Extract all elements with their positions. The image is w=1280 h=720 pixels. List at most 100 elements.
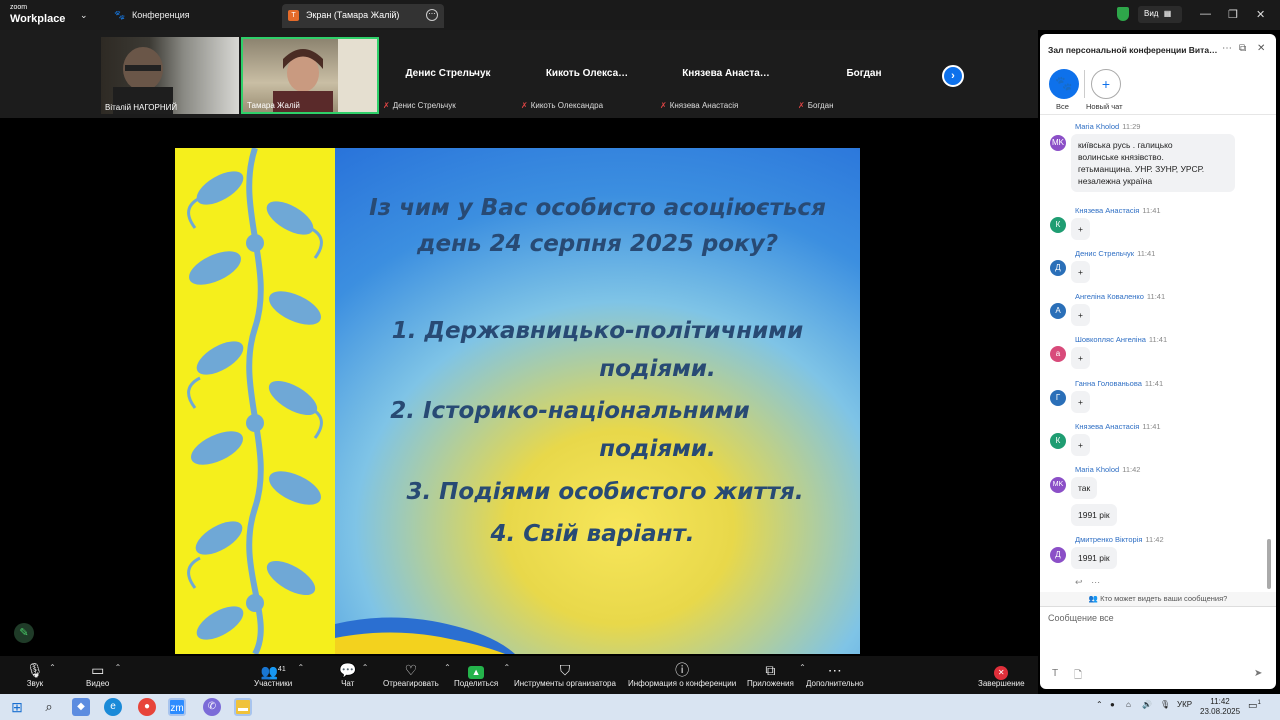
chevron-up-icon[interactable]: ⌃ — [799, 663, 806, 672]
zoom-app-icon[interactable]: zm — [168, 698, 186, 716]
meeting-info-button[interactable]: ⓘ Информация о конференции — [628, 661, 736, 688]
close-icon[interactable]: ✕ — [1256, 8, 1265, 21]
reply-icon[interactable]: ↩ — [1075, 577, 1083, 587]
avatar[interactable]: MK — [1050, 477, 1066, 493]
annotate-pen-icon[interactable]: ✎ — [14, 623, 34, 643]
avatar[interactable]: а — [1050, 346, 1066, 362]
message-bubble[interactable]: + — [1071, 218, 1090, 240]
participant-tile-name[interactable]: Денис Стрельчук — [379, 68, 517, 79]
clock[interactable]: 11:42 23.08.2025 — [1200, 697, 1240, 717]
message-bubble[interactable]: київська русь . галицько волинське князі… — [1071, 134, 1235, 192]
message-bubble[interactable]: 1991 рік — [1071, 504, 1117, 526]
more-icon[interactable]: ⋯ — [426, 9, 438, 21]
language-indicator[interactable]: УКР — [1177, 700, 1192, 709]
chevron-up-icon[interactable]: ⌃ — [444, 663, 451, 672]
slide-title-line-2: день 24 серпня 2025 року? — [416, 231, 779, 257]
avatar[interactable]: Д — [1050, 547, 1066, 563]
host-tools-button[interactable]: ⛉ Инструменты организатора — [514, 661, 616, 688]
minimize-icon[interactable]: — — [1200, 8, 1211, 20]
restore-icon[interactable]: ❐ — [1228, 8, 1238, 21]
network-icon[interactable]: ⌂ — [1126, 700, 1131, 709]
close-icon[interactable]: ✕ — [1257, 43, 1265, 54]
people-icon: 👥 — [1088, 594, 1098, 603]
share-button[interactable]: ▲ Поделиться ⌃ — [454, 661, 510, 688]
who-can-see-messages-link[interactable]: 👥 Кто может видеть ваши сообщения? — [1040, 592, 1276, 606]
participant-tile-name[interactable]: Кикоть Олекса… — [518, 68, 656, 79]
avatar[interactable]: Д — [1050, 260, 1066, 276]
apps-button[interactable]: ⧉ Приложения ⌃ — [747, 661, 806, 688]
message-sender[interactable]: Князева Анастасія 11:41 — [1075, 206, 1161, 215]
avatar[interactable]: MK — [1050, 135, 1066, 151]
end-call-icon: ✕ — [978, 661, 1025, 680]
microphone-tray-icon[interactable]: 🎙 — [1160, 700, 1170, 709]
participant-tile-name[interactable]: Богдан — [795, 68, 933, 79]
video-tile-2-active-speaker[interactable]: Тамара Жалій — [241, 37, 379, 114]
video-button[interactable]: ▭ Видео ⌃ — [86, 661, 121, 688]
message-bubble[interactable]: + — [1071, 391, 1090, 413]
chat-message-input[interactable]: Сообщение все — [1048, 613, 1114, 623]
message-sender[interactable]: Шовкопляс Ангеліна 11:41 — [1075, 335, 1167, 344]
windows-start-icon[interactable]: ⊞ — [8, 698, 26, 716]
message-bubble[interactable]: + — [1071, 434, 1090, 456]
message-bubble[interactable]: + — [1071, 347, 1090, 369]
send-icon[interactable]: ➤ — [1254, 668, 1262, 679]
tray-app-icon[interactable]: ● — [1110, 700, 1115, 709]
view-button[interactable]: Вид ▦ — [1138, 6, 1182, 23]
search-icon[interactable]: ⌕ — [40, 698, 58, 716]
chat-button[interactable]: 💬 Чат ⌃ — [339, 661, 368, 688]
meeting-tab[interactable]: Конференция — [132, 10, 190, 20]
viber-app-icon[interactable]: ✆ — [203, 698, 221, 716]
message-sender[interactable]: Maria Kholod 11:42 — [1075, 465, 1140, 474]
participant-label: Богдан — [807, 101, 834, 110]
apps-icon: ⧉ — [765, 662, 776, 678]
chevron-up-icon[interactable]: ⌃ — [298, 663, 305, 672]
message-bubble[interactable]: 1991 рік — [1071, 547, 1117, 569]
avatar[interactable]: К — [1050, 433, 1066, 449]
video-tile-1[interactable]: Віталій НАГОРНИЙ — [101, 37, 239, 114]
edge-browser-icon[interactable]: e — [104, 698, 122, 716]
end-meeting-button[interactable]: ✕ Завершение — [978, 661, 1025, 688]
message-sender[interactable]: Князева Анастасія 11:41 — [1075, 422, 1161, 431]
more-button[interactable]: ⋯ Дополнительно — [806, 661, 864, 688]
popout-icon[interactable]: ⧉ — [1239, 43, 1246, 54]
message-sender[interactable]: Maria Kholod 11:29 — [1075, 122, 1140, 131]
file-explorer-icon[interactable]: ▬ — [234, 698, 252, 716]
tray-expand-icon[interactable]: ⌃ — [1096, 700, 1103, 709]
message-sender[interactable]: Ангеліна Коваленко 11:41 — [1075, 292, 1165, 301]
chevron-up-icon[interactable]: ⌃ — [503, 663, 510, 672]
chrome-browser-icon[interactable]: ● — [138, 698, 156, 716]
new-chat-button[interactable]: + — [1091, 69, 1121, 99]
message-sender[interactable]: Ганна Голованьова 11:41 — [1075, 379, 1163, 388]
speaker-icon[interactable]: 🔊 — [1142, 700, 1152, 709]
new-chat-label: Новый чат — [1086, 102, 1123, 111]
message-bubble[interactable]: так — [1071, 477, 1098, 499]
file-attach-icon[interactable]: 🗋 — [1074, 668, 1082, 685]
chat-scrollbar[interactable] — [1267, 539, 1271, 589]
chevron-up-icon[interactable]: ⌃ — [49, 663, 56, 672]
chevron-down-icon[interactable]: ⌄ — [80, 10, 88, 21]
text-format-icon[interactable]: T — [1052, 668, 1058, 679]
more-label: Дополнительно — [806, 679, 864, 688]
more-icon[interactable]: ⋯ — [1222, 43, 1232, 54]
chevron-up-icon[interactable]: ⌃ — [362, 663, 369, 672]
channel-all-button[interactable]: 🐾 — [1049, 69, 1079, 99]
sender-name: Денис Стрельчук — [1075, 249, 1135, 258]
participant-tile-name[interactable]: Князева Анаста… — [657, 68, 795, 79]
avatar[interactable]: К — [1050, 217, 1066, 233]
avatar[interactable]: А — [1050, 303, 1066, 319]
chevron-up-icon[interactable]: ⌃ — [115, 663, 122, 672]
message-bubble[interactable]: + — [1071, 304, 1090, 326]
notification-icon[interactable]: ▭1 — [1248, 700, 1261, 711]
message-sender[interactable]: Денис Стрельчук 11:41 — [1075, 249, 1155, 258]
encryption-shield-icon[interactable] — [1117, 7, 1129, 21]
widgets-icon[interactable]: ◆ — [72, 698, 90, 716]
screen-share-tab[interactable]: T Экран (Тамара Жалій) ⋯ — [282, 4, 444, 28]
more-icon[interactable]: ⋯ — [1091, 577, 1100, 587]
participants-button[interactable]: 👥41 Участники ⌃ — [254, 661, 304, 688]
react-button[interactable]: ♡ Отреагировать ⌃ — [383, 661, 451, 688]
next-page-arrow-icon[interactable]: › — [942, 65, 964, 87]
message-sender[interactable]: Дмитренко Вікторія 11:42 — [1075, 535, 1164, 544]
avatar[interactable]: Г — [1050, 390, 1066, 406]
message-bubble[interactable]: + — [1071, 261, 1090, 283]
audio-button[interactable]: 🎙 Звук ⌃ — [26, 661, 56, 688]
